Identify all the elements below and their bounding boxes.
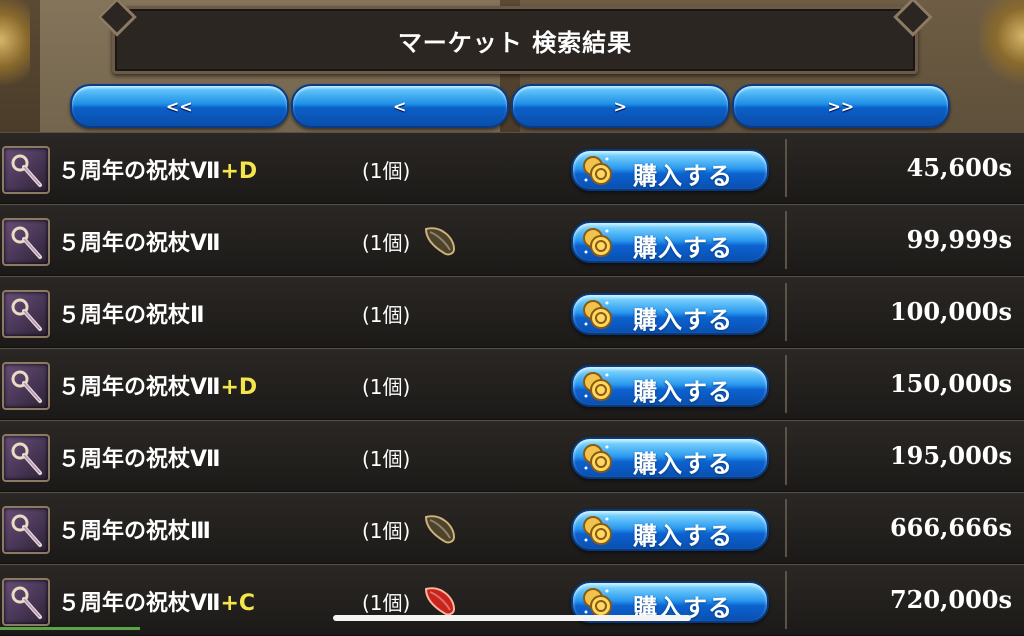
progress-line — [0, 627, 140, 630]
item-name: ５周年の祝杖Ⅶ+C — [58, 585, 255, 617]
list-item: ５周年の祝杖Ⅶ+D (1個) 購入する 45,600s — [0, 132, 1024, 204]
staff-icon — [2, 578, 50, 626]
item-price: 99,999s — [906, 225, 1012, 254]
staff-icon — [2, 362, 50, 410]
item-price: 150,000s — [889, 369, 1012, 398]
item-name: ５周年の祝杖Ⅶ — [58, 441, 221, 473]
item-name: ５周年の祝杖Ⅶ+D — [58, 153, 257, 185]
item-enhance-suffix: +D — [220, 375, 258, 400]
coin-icon — [581, 370, 613, 402]
red-seed-icon — [420, 583, 458, 617]
item-name-text: ５周年の祝杖Ⅶ — [58, 591, 221, 616]
buy-button[interactable]: 購入する — [571, 221, 769, 263]
buy-button-label: 購入する — [633, 450, 733, 478]
previous-page-button[interactable]: < — [290, 84, 509, 128]
page-title: マーケット 検索結果 — [397, 28, 633, 57]
buy-button-label: 購入する — [633, 162, 733, 190]
pagination-bar: << < > >> — [70, 84, 950, 128]
item-name-text: ５周年の祝杖Ⅶ — [58, 447, 221, 472]
item-name: ５周年の祝杖Ⅱ — [58, 297, 205, 329]
list-item: ５周年の祝杖Ⅶ (1個) 購入する 195,000s — [0, 420, 1024, 492]
item-name-text: ５周年の祝杖Ⅲ — [58, 519, 211, 544]
buy-button[interactable]: 購入する — [571, 293, 769, 335]
item-quantity: (1個) — [362, 303, 411, 327]
list-item: ５周年の祝杖Ⅶ+C (1個) 購入する 720,000s — [0, 564, 1024, 636]
last-page-button[interactable]: >> — [731, 84, 950, 128]
buy-button[interactable]: 購入する — [571, 509, 769, 551]
item-name-text: ５周年の祝杖Ⅶ — [58, 159, 221, 184]
list-item: ５周年の祝杖Ⅲ (1個) 購入する 666,666s — [0, 492, 1024, 564]
item-price: 720,000s — [889, 585, 1012, 614]
item-quantity: (1個) — [362, 375, 411, 399]
buy-button-label: 購入する — [633, 234, 733, 262]
item-quantity: (1個) — [362, 447, 411, 471]
buy-button-label: 購入する — [633, 522, 733, 550]
item-enhance-suffix: +C — [220, 591, 256, 616]
item-name: ５周年の祝杖Ⅶ+D — [58, 369, 257, 401]
search-results-list: ５周年の祝杖Ⅶ+D (1個) 購入する 45,600s ５周年の祝杖Ⅶ (1個) 購入する 9… — [0, 132, 1024, 636]
coin-icon — [581, 514, 613, 546]
item-price: 666,666s — [889, 513, 1012, 542]
list-item: ５周年の祝杖Ⅱ (1個) 購入する 100,000s — [0, 276, 1024, 348]
staff-icon — [2, 434, 50, 482]
coin-icon — [581, 586, 613, 618]
staff-icon — [2, 506, 50, 554]
dark-seed-icon — [420, 223, 458, 257]
item-quantity: (1個) — [362, 159, 411, 183]
first-page-button[interactable]: << — [70, 84, 289, 128]
buy-button[interactable]: 購入する — [571, 365, 769, 407]
coin-icon — [581, 226, 613, 258]
item-quantity: (1個) — [362, 519, 411, 543]
item-name-text: ５周年の祝杖Ⅱ — [58, 303, 205, 328]
list-item: ５周年の祝杖Ⅶ (1個) 購入する 99,999s — [0, 204, 1024, 276]
title-bar: マーケット 検索結果 — [112, 6, 918, 74]
frame-ornament-left — [0, 0, 30, 100]
buy-button-label: 購入する — [633, 378, 733, 406]
list-item: ５周年の祝杖Ⅶ+D (1個) 購入する 150,000s — [0, 348, 1024, 420]
item-name-text: ５周年の祝杖Ⅶ — [58, 231, 221, 256]
item-enhance-suffix: +D — [220, 159, 258, 184]
next-page-button[interactable]: > — [511, 84, 730, 128]
dark-seed-icon — [420, 511, 458, 545]
buy-button-label: 購入する — [633, 306, 733, 334]
buy-button[interactable]: 購入する — [571, 149, 769, 191]
staff-icon — [2, 146, 50, 194]
item-name: ５周年の祝杖Ⅶ — [58, 225, 221, 257]
home-indicator — [333, 615, 691, 621]
frame-ornament-right — [979, 0, 1024, 90]
item-price: 45,600s — [906, 153, 1012, 182]
coin-icon — [581, 154, 613, 186]
buy-button[interactable]: 購入する — [571, 437, 769, 479]
coin-icon — [581, 442, 613, 474]
item-name: ５周年の祝杖Ⅲ — [58, 513, 211, 545]
staff-icon — [2, 218, 50, 266]
item-quantity: (1個) — [362, 591, 411, 615]
coin-icon — [581, 298, 613, 330]
staff-icon — [2, 290, 50, 338]
item-price: 100,000s — [889, 297, 1012, 326]
item-name-text: ５周年の祝杖Ⅶ — [58, 375, 221, 400]
item-price: 195,000s — [889, 441, 1012, 470]
item-quantity: (1個) — [362, 231, 411, 255]
